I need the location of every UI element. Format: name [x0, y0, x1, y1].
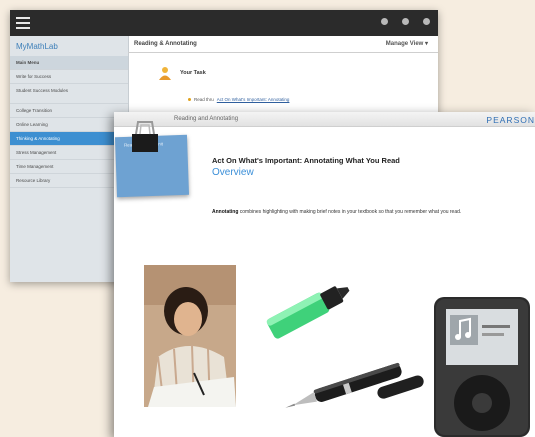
- sidebar-item[interactable]: Time Management: [10, 160, 128, 174]
- content-title: Reading & Annotating: [134, 41, 197, 47]
- sidebar: MyMathLab Main Menu Write for Success Stud…: [10, 36, 129, 282]
- settings-icon[interactable]: [402, 18, 409, 25]
- brand-logo: MyMathLab: [16, 42, 58, 51]
- sidebar-item[interactable]: Resource Library: [10, 174, 128, 188]
- task-title: Your Task: [180, 70, 206, 76]
- manage-view-dropdown[interactable]: Manage View ▾: [386, 36, 428, 52]
- top-bar: [10, 10, 438, 36]
- sidebar-item[interactable]: Student Success Modules: [10, 84, 128, 104]
- slide-tab-label: Reading and Annotating: [174, 116, 239, 122]
- pen-image: [285, 362, 424, 408]
- sidebar-item[interactable]: Online Learning: [10, 118, 128, 132]
- task-link[interactable]: Act On What's Important: Annotating: [217, 97, 290, 102]
- slide-title: Act On What's Important: Annotating What…: [212, 156, 400, 165]
- ipod-image: [434, 297, 530, 437]
- intro-body: combines highlighting with making brief …: [239, 209, 462, 215]
- sidebar-item[interactable]: Main Menu: [10, 56, 128, 70]
- intro-keyword: Annotating: [212, 209, 239, 215]
- profile-icon[interactable]: [423, 18, 430, 25]
- binder-clip-icon: [132, 121, 158, 152]
- task-link-row: Read thru Act On What's Important: Annot…: [188, 97, 289, 102]
- task-link-prefix: Read thru: [194, 97, 214, 102]
- slide-header-bar: Reading and Annotating PEARSON: [114, 112, 535, 127]
- slide-subtitle: Overview: [212, 167, 254, 178]
- highlighter-image: [266, 286, 350, 339]
- sidebar-item[interactable]: Stress Management: [10, 146, 128, 160]
- person-icon: [159, 67, 171, 80]
- intro-text: Annotating combines highlighting with ma…: [212, 209, 512, 216]
- pearson-logo: PEARSON: [486, 115, 535, 125]
- student-photo: [144, 265, 236, 407]
- sidebar-item[interactable]: Write for Success: [10, 70, 128, 84]
- sidebar-item[interactable]: College Transition: [10, 104, 128, 118]
- bullet-icon: [188, 98, 191, 101]
- sidebar-item[interactable]: Thinking & Annotating: [10, 132, 128, 146]
- help-icon[interactable]: [381, 18, 388, 25]
- menu-icon[interactable]: [16, 17, 30, 29]
- lesson-slide: Reading and Annotating PEARSON Reading S…: [114, 112, 535, 437]
- content-header: Reading & Annotating Manage View ▾: [128, 36, 438, 53]
